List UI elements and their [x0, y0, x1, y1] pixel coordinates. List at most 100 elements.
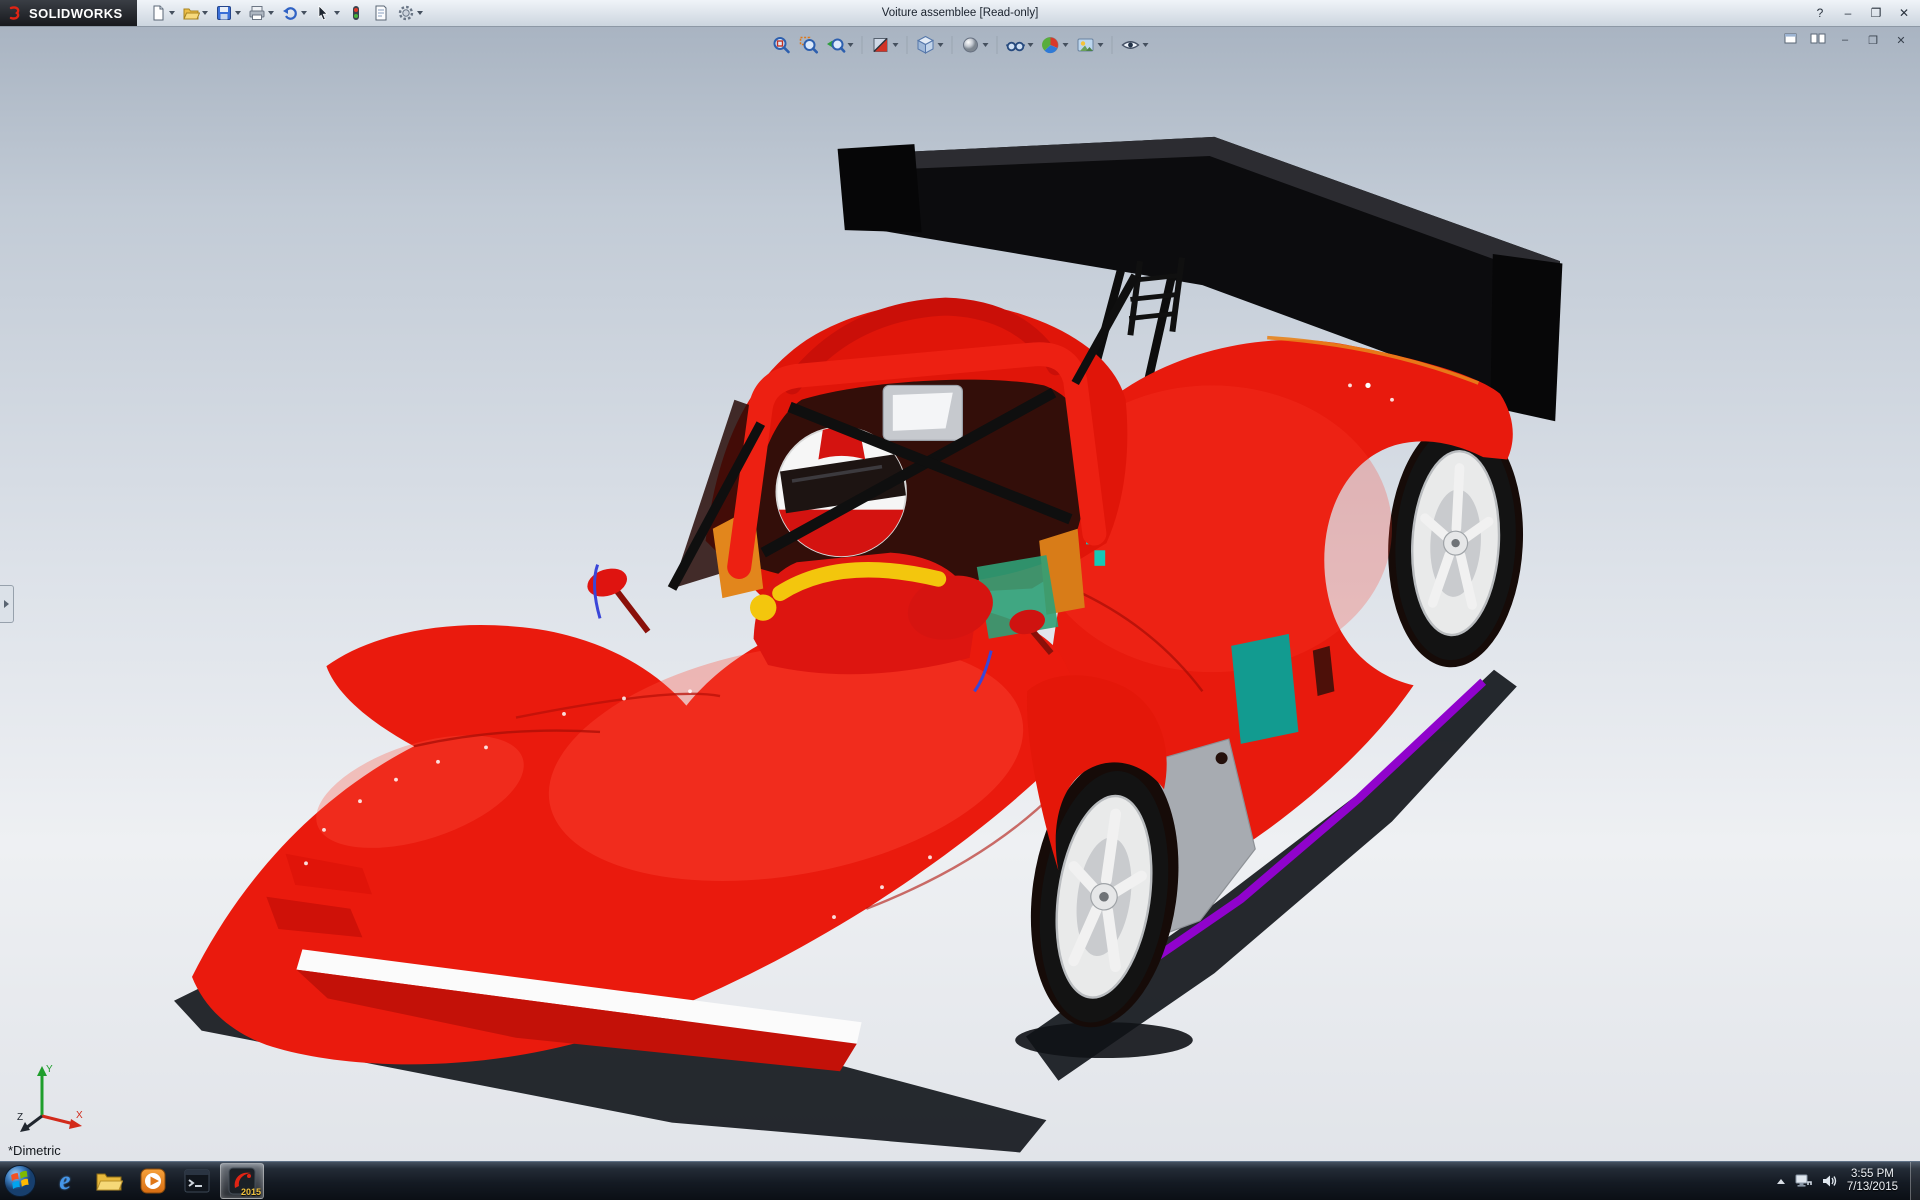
edit-appearance-button[interactable] [1040, 34, 1070, 56]
cockpit[interactable] [584, 276, 1135, 692]
print-icon [248, 4, 266, 22]
rebuild-button[interactable] [345, 3, 367, 23]
triad-x-label: X [76, 1110, 83, 1121]
zoom-to-area-icon [799, 35, 819, 55]
new-window-icon[interactable] [1784, 33, 1800, 47]
command-prompt-icon [184, 1168, 210, 1194]
dropdown-caret[interactable] [235, 11, 241, 15]
close-button[interactable]: ✕ [1894, 4, 1914, 22]
view-settings-button[interactable] [1120, 34, 1150, 56]
file-properties-button[interactable] [370, 3, 392, 23]
headsup-view-toolbar [765, 32, 1156, 58]
solidworks-logo: SOLIDWORKS [0, 0, 137, 26]
new-document-button[interactable] [147, 3, 177, 23]
cockpit-camera-box [883, 385, 962, 440]
taskbar-item-command-prompt[interactable] [176, 1164, 218, 1198]
rebuild-icon [347, 4, 365, 22]
solidworks-mark-icon [8, 5, 24, 21]
dropdown-caret[interactable] [417, 11, 423, 15]
open-folder-icon [182, 4, 200, 22]
car-model[interactable] [0, 27, 1920, 1162]
doc-minimize-button[interactable]: – [1836, 32, 1854, 48]
dropdown-caret[interactable] [893, 43, 899, 47]
dropdown-caret[interactable] [983, 43, 989, 47]
taskbar-item-media-player[interactable] [132, 1164, 174, 1198]
view-settings-eye-icon [1121, 35, 1141, 55]
triad-y-label: Y [46, 1064, 53, 1075]
select-button[interactable] [312, 3, 342, 23]
dropdown-caret[interactable] [848, 43, 854, 47]
view-orientation-label: *Dimetric [8, 1143, 61, 1158]
toolbar-separator [1112, 36, 1113, 54]
dropdown-caret[interactable] [202, 11, 208, 15]
brand-text: SOLIDWORKS [29, 6, 123, 21]
hide-show-items-button[interactable] [1005, 34, 1035, 56]
doc-restore-button[interactable]: ❐ [1864, 32, 1882, 48]
feature-panel-expand-tab[interactable] [0, 585, 14, 623]
view-orientation-button[interactable] [915, 34, 945, 56]
apply-scene-icon [1076, 35, 1096, 55]
dropdown-caret[interactable] [938, 43, 944, 47]
save-icon [215, 4, 233, 22]
volume-icon[interactable] [1821, 1173, 1838, 1189]
graphics-viewport[interactable]: – ❐ ✕ Y X Z *Dimetric [0, 27, 1920, 1162]
solidworks-version-badge: 2015 [241, 1187, 261, 1197]
standard-toolbar [147, 3, 425, 23]
dropdown-caret[interactable] [334, 11, 340, 15]
clock-date: 7/13/2015 [1847, 1181, 1898, 1194]
taskbar-item-internet-explorer[interactable]: e [44, 1164, 86, 1198]
section-view-button[interactable] [870, 34, 900, 56]
zoom-to-fit-button[interactable] [771, 34, 793, 56]
show-desktop-button[interactable] [1910, 1162, 1920, 1200]
system-tray: 3:55 PM 7/13/2015 [1777, 1162, 1898, 1200]
expand-arrow-icon [4, 600, 9, 608]
print-button[interactable] [246, 3, 276, 23]
document-window-controls: – ❐ ✕ [1784, 32, 1910, 48]
dropdown-caret[interactable] [1028, 43, 1034, 47]
media-player-icon [140, 1168, 166, 1194]
start-orb-icon [3, 1164, 37, 1198]
dropdown-caret[interactable] [169, 11, 175, 15]
zoom-to-area-button[interactable] [798, 34, 820, 56]
taskbar-clock[interactable]: 3:55 PM 7/13/2015 [1847, 1168, 1898, 1194]
taskbar-apps: e [44, 1162, 264, 1200]
folder-icon [95, 1169, 123, 1193]
apply-scene-button[interactable] [1075, 34, 1105, 56]
view-orientation-cube-icon [916, 35, 936, 55]
taskbar-item-windows-explorer[interactable] [88, 1164, 130, 1198]
zoom-to-fit-icon [772, 35, 792, 55]
display-style-button[interactable] [960, 34, 990, 56]
help-button[interactable]: ? [1810, 4, 1830, 22]
minimize-button[interactable]: – [1838, 4, 1858, 22]
previous-view-button[interactable] [825, 34, 855, 56]
show-hidden-icons-button[interactable] [1777, 1179, 1785, 1184]
options-gear-icon [397, 4, 415, 22]
tile-windows-icon[interactable] [1810, 33, 1826, 47]
dropdown-caret[interactable] [1063, 43, 1069, 47]
internet-explorer-icon: e [58, 1166, 72, 1197]
options-button[interactable] [395, 3, 425, 23]
file-properties-icon [372, 4, 390, 22]
undo-button[interactable] [279, 3, 309, 23]
clock-time: 3:55 PM [1847, 1168, 1898, 1181]
start-button[interactable] [0, 1162, 40, 1200]
toolbar-separator [997, 36, 998, 54]
app-titlebar: SOLIDWORKS [0, 0, 1920, 27]
reference-triad: Y X Z [16, 1058, 88, 1136]
toolbar-separator [952, 36, 953, 54]
dropdown-caret[interactable] [1143, 43, 1149, 47]
taskbar-item-solidworks-2015[interactable]: 2015 [220, 1163, 264, 1199]
dropdown-caret[interactable] [268, 11, 274, 15]
dropdown-caret[interactable] [1098, 43, 1104, 47]
dropdown-caret[interactable] [301, 11, 307, 15]
toolbar-separator [862, 36, 863, 54]
previous-view-icon [826, 35, 846, 55]
save-button[interactable] [213, 3, 243, 23]
open-button[interactable] [180, 3, 210, 23]
restore-button[interactable]: ❐ [1866, 4, 1886, 22]
car-body-front[interactable] [192, 603, 1077, 1071]
triad-z-label: Z [17, 1112, 23, 1123]
display-style-icon [961, 35, 981, 55]
doc-close-button[interactable]: ✕ [1892, 32, 1910, 48]
network-icon[interactable] [1794, 1173, 1812, 1189]
